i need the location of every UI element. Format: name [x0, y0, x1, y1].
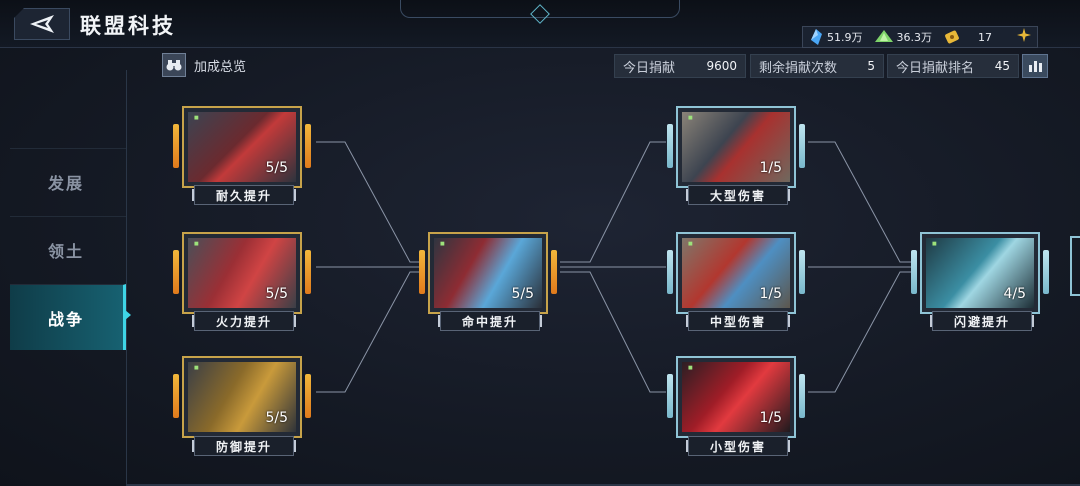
mech-image: ■ 5/5: [188, 238, 296, 308]
scroll-right-indicator[interactable]: [1070, 236, 1080, 296]
tech-level: 1/5: [759, 410, 782, 426]
tech-node-small-damage[interactable]: ■ 1/5: [667, 356, 805, 438]
tech-node-defense[interactable]: ■ 5/5: [173, 356, 311, 438]
mech-image: ■ 1/5: [682, 362, 790, 432]
mech-image: ■ 5/5: [434, 238, 542, 308]
tech-node-accuracy[interactable]: ■ 5/5: [419, 232, 557, 314]
tech-level: 1/5: [759, 286, 782, 302]
mech-image: ■ 1/5: [682, 112, 790, 182]
mech-image: ■ 5/5: [188, 362, 296, 432]
mech-image: ■ 1/5: [682, 238, 790, 308]
tech-label-large-damage: 大型伤害: [686, 185, 790, 205]
tech-label-defense: 防御提升: [192, 436, 296, 456]
tech-label-durability: 耐久提升: [192, 185, 296, 205]
tech-label-firepower: 火力提升: [192, 311, 296, 331]
tech-node-large-damage[interactable]: ■ 1/5: [667, 106, 805, 188]
tech-label-small-damage: 小型伤害: [686, 436, 790, 456]
tech-label-evasion: 闪避提升: [930, 311, 1034, 331]
tech-label-accuracy: 命中提升: [438, 311, 542, 331]
mech-image: ■ 5/5: [188, 112, 296, 182]
tech-level: 5/5: [265, 410, 288, 426]
mech-image: ■ 4/5: [926, 238, 1034, 308]
tech-level: 5/5: [265, 286, 288, 302]
tech-level: 4/5: [1003, 286, 1026, 302]
tech-level: 5/5: [265, 160, 288, 176]
tech-node-durability[interactable]: ■ 5/5: [173, 106, 311, 188]
tech-node-medium-damage[interactable]: ■ 1/5: [667, 232, 805, 314]
tech-node-firepower[interactable]: ■ 5/5: [173, 232, 311, 314]
tech-level: 5/5: [511, 286, 534, 302]
tech-node-evasion[interactable]: ■ 4/5: [911, 232, 1049, 314]
tech-label-medium-damage: 中型伤害: [686, 311, 790, 331]
tech-level: 1/5: [759, 160, 782, 176]
